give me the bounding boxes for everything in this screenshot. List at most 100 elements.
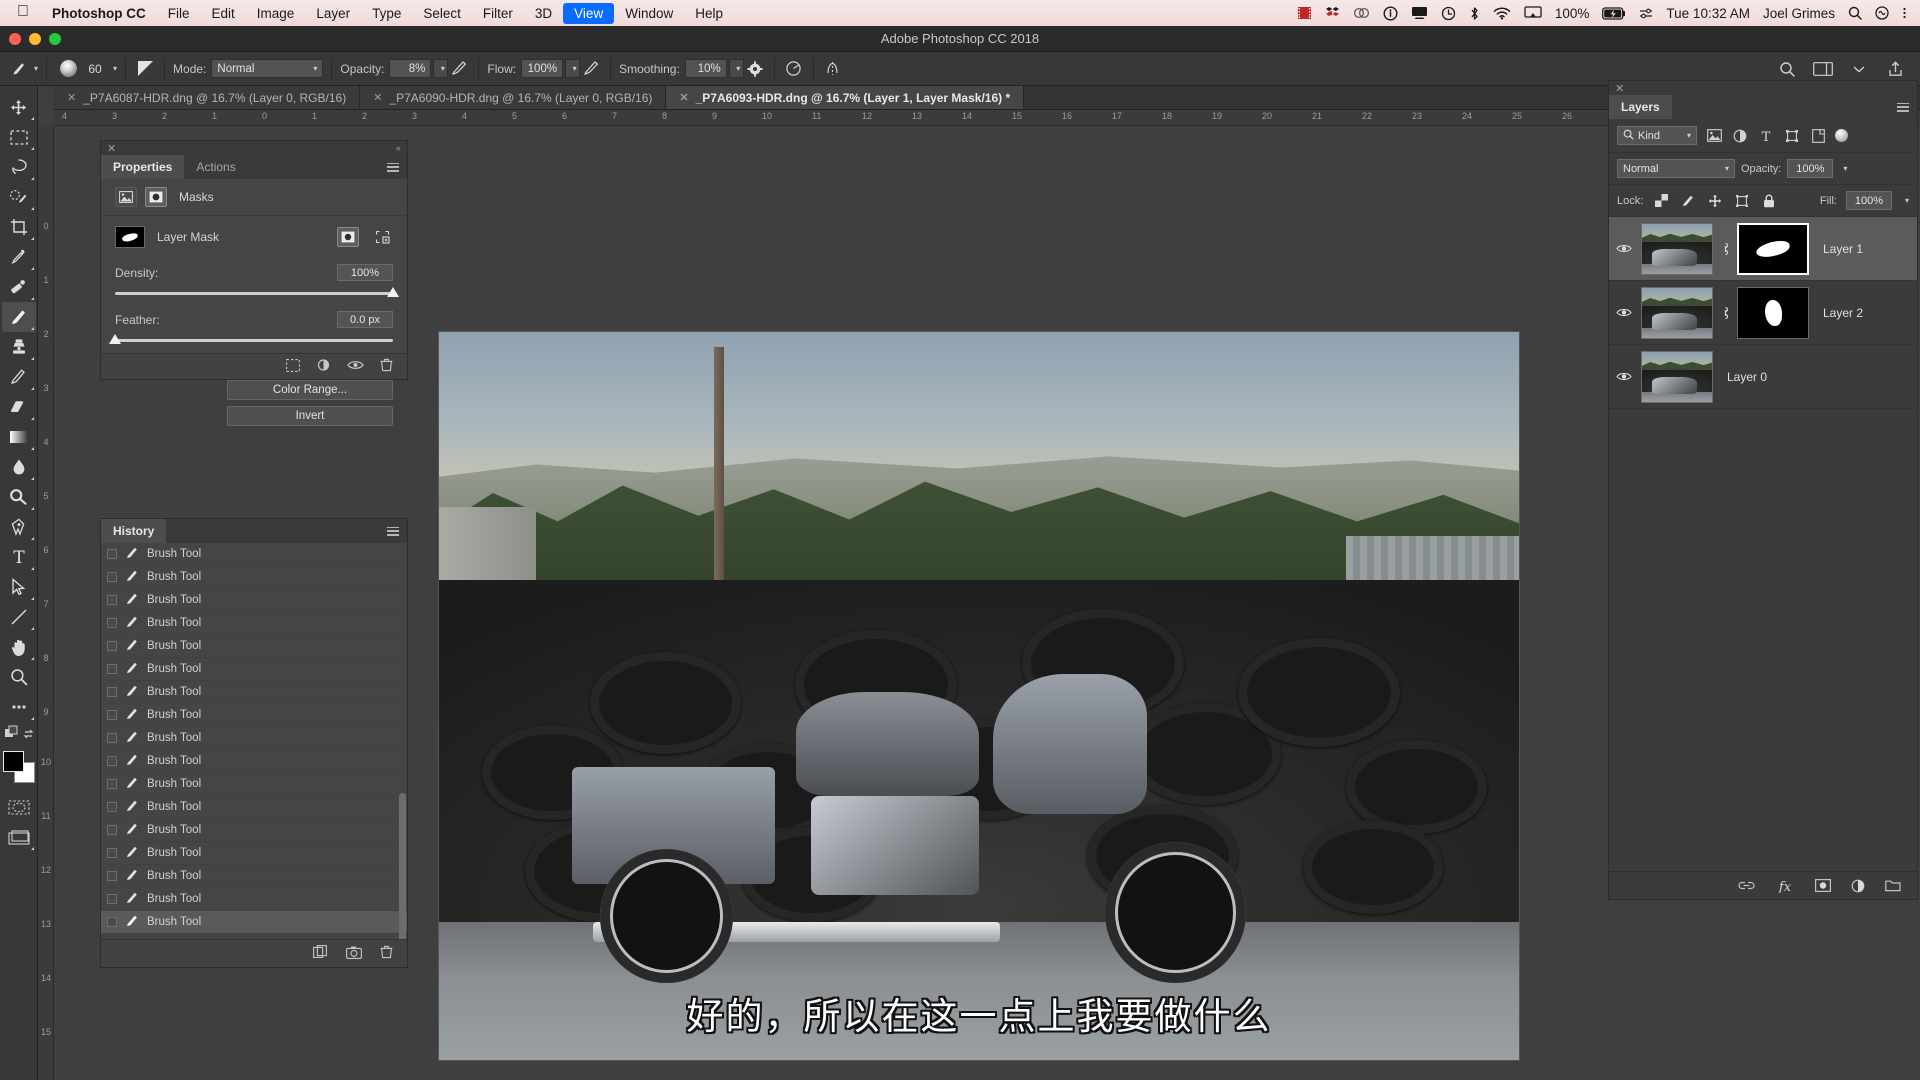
apply-mask-icon[interactable]	[316, 358, 331, 375]
close-icon[interactable]: ✕	[67, 91, 76, 104]
zoom-button[interactable]	[49, 33, 61, 45]
history-state-item[interactable]: Brush Tool	[101, 612, 407, 635]
history-state-item[interactable]: Brush Tool	[101, 635, 407, 658]
lasso-tool[interactable]	[2, 152, 36, 182]
feather-slider-track[interactable]	[109, 334, 393, 344]
menu-item-edit[interactable]: Edit	[201, 3, 246, 24]
quick-mask-mode-icon[interactable]	[2, 792, 36, 822]
opacity-slider-chevron-icon[interactable]: ▾	[433, 59, 449, 78]
menu-item-filter[interactable]: Filter	[472, 3, 524, 24]
panel-menu-icon[interactable]	[387, 155, 407, 179]
collapse-panel-icon[interactable]: «	[396, 143, 401, 153]
eye-visibility-icon[interactable]	[1613, 371, 1635, 382]
history-snapshot-checkbox[interactable]	[107, 848, 117, 858]
symmetry-icon[interactable]	[822, 58, 844, 80]
screen-mode-icon[interactable]	[2, 822, 36, 852]
current-user-label[interactable]: Joel Grimes	[1763, 6, 1835, 21]
invert-button[interactable]: Invert	[227, 406, 393, 426]
panel-menu-icon[interactable]	[1897, 95, 1917, 119]
feather-value[interactable]: 0.0 px	[337, 311, 393, 328]
create-snapshot-icon[interactable]	[346, 946, 362, 962]
menu-item-view[interactable]: View	[563, 2, 615, 24]
zoom-tool[interactable]	[2, 662, 36, 692]
layer-row-layer-1[interactable]: Layer 1	[1609, 217, 1917, 281]
edit-toolbar-tool[interactable]	[2, 692, 36, 722]
history-state-item[interactable]: Brush Tool	[101, 750, 407, 773]
pressure-controls-opacity-icon[interactable]	[448, 58, 470, 80]
history-snapshot-checkbox[interactable]	[107, 641, 117, 651]
display-icon[interactable]	[1411, 6, 1428, 20]
hand-tool[interactable]	[2, 632, 36, 662]
filter-toggle-switch[interactable]	[1835, 129, 1848, 142]
apple-logo-icon[interactable]: 	[9, 4, 41, 22]
brush-panel-toggle-icon[interactable]	[134, 58, 156, 80]
layer-style-fx-icon[interactable]: fx	[1775, 879, 1795, 893]
history-snapshot-checkbox[interactable]	[107, 733, 117, 743]
bluetooth-icon[interactable]	[1469, 6, 1480, 21]
document-tab-p7a6087[interactable]: ✕ _P7A6087-HDR.dng @ 16.7% (Layer 0, RGB…	[54, 86, 361, 109]
history-snapshot-checkbox[interactable]	[107, 779, 117, 789]
layer-mask-thumbnail[interactable]	[1737, 222, 1809, 275]
close-button[interactable]	[9, 33, 21, 45]
color-swatches[interactable]	[2, 750, 36, 784]
color-range-button[interactable]: Color Range...	[227, 380, 393, 400]
layer-mask-thumbnail[interactable]	[1737, 286, 1809, 339]
select-mask-icon[interactable]	[337, 227, 359, 247]
history-state-item[interactable]: Brush Tool	[101, 773, 407, 796]
move-tool[interactable]	[2, 92, 36, 122]
lock-position-icon[interactable]	[1706, 192, 1724, 210]
feather-slider-handle[interactable]	[109, 334, 121, 344]
workspace-icon[interactable]	[1812, 58, 1834, 80]
pen-tool[interactable]	[2, 512, 36, 542]
line-shape-tool[interactable]	[2, 602, 36, 632]
dropbox-icon[interactable]	[1325, 6, 1340, 20]
airplay-icon[interactable]	[1524, 6, 1542, 20]
clock-label[interactable]: Tue 10:32 AM	[1666, 6, 1750, 21]
density-slider-track[interactable]	[115, 287, 399, 297]
layer-row-layer-2[interactable]: Layer 2	[1609, 281, 1917, 345]
history-snapshot-checkbox[interactable]	[107, 572, 117, 582]
blur-tool[interactable]	[2, 452, 36, 482]
history-snapshot-checkbox[interactable]	[107, 825, 117, 835]
history-state-item[interactable]: Brush Tool	[101, 819, 407, 842]
tab-actions[interactable]: Actions	[184, 155, 248, 179]
brush-preset-chevron-icon[interactable]: ▾	[113, 64, 117, 73]
layer-thumbnail[interactable]	[1641, 222, 1713, 275]
history-state-item[interactable]: Brush Tool	[101, 704, 407, 727]
new-group-icon[interactable]	[1885, 879, 1901, 892]
layer-name-label[interactable]: Layer 2	[1815, 306, 1863, 320]
layer-name-label[interactable]: Layer 0	[1719, 370, 1767, 384]
menu-item-layer[interactable]: Layer	[305, 3, 361, 24]
layer-name-label[interactable]: Layer 1	[1815, 242, 1863, 256]
clone-stamp-tool[interactable]	[2, 332, 36, 362]
fill-value[interactable]: 100%	[1845, 191, 1892, 210]
history-snapshot-checkbox[interactable]	[107, 618, 117, 628]
close-icon[interactable]: ✕	[1615, 82, 1624, 95]
type-tool[interactable]: T	[2, 542, 36, 572]
opacity-chevron-icon[interactable]: ▾	[1843, 164, 1847, 173]
control-center-icon[interactable]	[1639, 7, 1653, 20]
history-scrollbar[interactable]	[399, 793, 406, 939]
menu-item-image[interactable]: Image	[246, 3, 306, 24]
history-snapshot-checkbox[interactable]	[107, 917, 117, 927]
crop-tool[interactable]	[2, 212, 36, 242]
onedrive-icon[interactable]	[1383, 5, 1398, 21]
menu-item-help[interactable]: Help	[684, 3, 734, 24]
new-adjustment-layer-icon[interactable]	[1851, 879, 1865, 893]
menu-item-3d[interactable]: 3D	[524, 3, 563, 24]
siri-icon[interactable]	[1875, 6, 1889, 20]
quick-selection-tool[interactable]	[2, 182, 36, 212]
close-icon[interactable]: ✕	[107, 142, 116, 155]
filter-shape-icon[interactable]	[1783, 127, 1801, 145]
smoothing-slider-chevron-icon[interactable]: ▾	[728, 59, 744, 78]
filter-smart-object-icon[interactable]	[1809, 127, 1827, 145]
share-icon[interactable]	[1884, 58, 1906, 80]
link-icon[interactable]	[1719, 305, 1731, 321]
layer-blend-mode-select[interactable]: Normal ▾	[1617, 159, 1735, 178]
vector-mask-icon[interactable]	[145, 187, 167, 207]
opacity-input[interactable]: 8%	[389, 59, 432, 78]
density-value[interactable]: 100%	[337, 264, 393, 281]
document-tab-p7a6093[interactable]: ✕ _P7A6093-HDR.dng @ 16.7% (Layer 1, Lay…	[666, 86, 1025, 109]
eyedropper-tool[interactable]	[2, 242, 36, 272]
filter-pixel-icon[interactable]	[1705, 127, 1723, 145]
